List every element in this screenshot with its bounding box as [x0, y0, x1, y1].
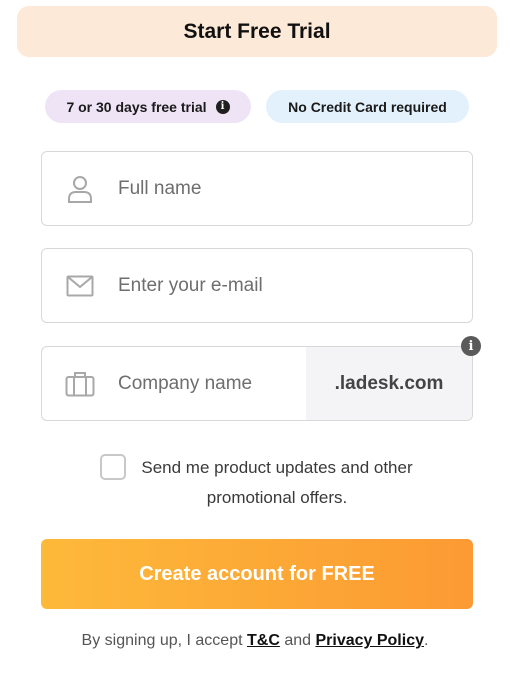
create-account-button[interactable]: Create account for FREE: [41, 539, 473, 609]
no-credit-card-label: No Credit Card required: [288, 98, 447, 115]
envelope-icon: [42, 249, 118, 322]
header-banner: Start Free Trial: [17, 6, 497, 57]
email-input[interactable]: [118, 249, 472, 322]
legal-prefix: By signing up, I accept: [81, 632, 247, 649]
privacy-policy-link[interactable]: Privacy Policy: [315, 632, 424, 649]
trial-badge-label: 7 or 30 days free trial: [66, 98, 207, 115]
legal-middle: and: [279, 632, 316, 649]
full-name-field[interactable]: [41, 151, 473, 226]
full-name-input[interactable]: [118, 152, 472, 225]
consent-label[interactable]: Send me product updates and other promot…: [128, 453, 426, 513]
briefcase-icon: [42, 347, 118, 420]
company-name-input[interactable]: [118, 347, 306, 420]
company-info-icon[interactable]: i: [461, 336, 481, 356]
user-icon: [42, 152, 118, 225]
email-field[interactable]: [41, 248, 473, 323]
info-icon[interactable]: i: [215, 99, 230, 114]
trial-badge: 7 or 30 days free trial i: [45, 90, 251, 123]
no-credit-card-badge: No Credit Card required: [266, 90, 469, 123]
legal-suffix: .: [423, 632, 429, 649]
domain-suffix: .ladesk.com: [306, 347, 472, 420]
legal-notice: By signing up, I accept T&C and Privacy …: [0, 632, 510, 650]
company-field[interactable]: .ladesk.com: [41, 346, 473, 421]
page-title: Start Free Trial: [183, 19, 331, 43]
terms-link[interactable]: T&C: [247, 632, 280, 649]
consent-checkbox[interactable]: [100, 454, 126, 480]
